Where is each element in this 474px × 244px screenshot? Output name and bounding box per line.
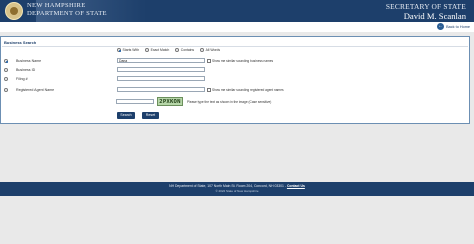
divider — [2, 46, 468, 47]
similar-business-names-checkbox[interactable] — [207, 59, 211, 63]
radio-contains[interactable] — [175, 48, 180, 52]
state-seal-icon[interactable] — [5, 2, 23, 20]
option-all-words[interactable]: All Words — [200, 48, 220, 52]
radio-all-words[interactable] — [200, 48, 205, 52]
site-header: NEW HAMPSHIRE DEPARTMENT OF STATE SECRET… — [0, 0, 474, 22]
radio-starts-with[interactable] — [117, 48, 121, 52]
address-text: NH Department of State, 107 North Main S… — [169, 184, 287, 188]
search-button[interactable]: Search — [117, 112, 135, 119]
option-label: All Words — [205, 48, 221, 52]
registered-agent-input[interactable] — [117, 87, 205, 92]
official-name: David M. Scanlan — [403, 11, 466, 21]
filing-number-label: Filing # — [16, 77, 28, 81]
similar-business-names-label: Show me similar sounding business names — [212, 59, 274, 63]
match-options: Starts With Exact Match Contains All Wor… — [117, 48, 220, 52]
captcha-image: 2PXKON — [157, 97, 183, 106]
option-label: Contains — [180, 48, 195, 52]
business-name-label: Business Name — [16, 59, 42, 63]
business-id-input[interactable] — [117, 67, 205, 72]
panel-title: Business Search — [4, 40, 37, 45]
back-to-home-link[interactable]: ← Back to Home — [437, 23, 470, 30]
similar-agent-names-checkbox[interactable] — [207, 88, 211, 92]
radio-filing-number[interactable] — [4, 77, 8, 81]
copyright: © 2022 State of New Hampshire — [215, 189, 259, 193]
back-to-home-label[interactable]: Back to Home — [446, 25, 470, 29]
site-footer: NH Department of State, 107 North Main S… — [0, 182, 474, 196]
department-name: DEPARTMENT OF STATE — [27, 10, 107, 17]
option-starts-with[interactable]: Starts With — [117, 48, 139, 52]
back-arrow-icon[interactable]: ← — [437, 23, 445, 30]
option-exact-match[interactable]: Exact Match — [145, 48, 169, 52]
reset-button[interactable]: Reset — [142, 112, 159, 119]
state-name: NEW HAMPSHIRE — [27, 2, 86, 9]
radio-registered-agent[interactable] — [4, 88, 8, 92]
option-label: Exact Match — [150, 48, 170, 52]
radio-exact-match[interactable] — [145, 48, 150, 52]
similar-agent-names-label: Show me similar sounding registered agen… — [212, 88, 284, 92]
business-name-input[interactable]: Dana — [117, 58, 205, 63]
radio-business-id[interactable] — [4, 68, 8, 72]
captcha-help-text: Please type the text as shown in the ima… — [187, 100, 272, 104]
option-label: Starts With — [122, 48, 140, 52]
registered-agent-label: Registered Agent Name — [16, 88, 55, 92]
filing-number-input[interactable] — [117, 76, 205, 81]
business-id-label: Business ID — [16, 68, 36, 72]
business-search-panel: Business Search Starts With Exact Match … — [0, 36, 470, 124]
radio-business-name[interactable] — [4, 59, 8, 63]
office-title: SECRETARY OF STATE — [385, 2, 466, 11]
contact-us-link[interactable]: Contact Us — [287, 184, 305, 188]
footer-address: NH Department of State, 107 North Main S… — [0, 184, 474, 188]
captcha-input[interactable] — [116, 99, 154, 104]
option-contains[interactable]: Contains — [175, 48, 194, 52]
back-bar: ← Back to Home — [0, 22, 474, 32]
